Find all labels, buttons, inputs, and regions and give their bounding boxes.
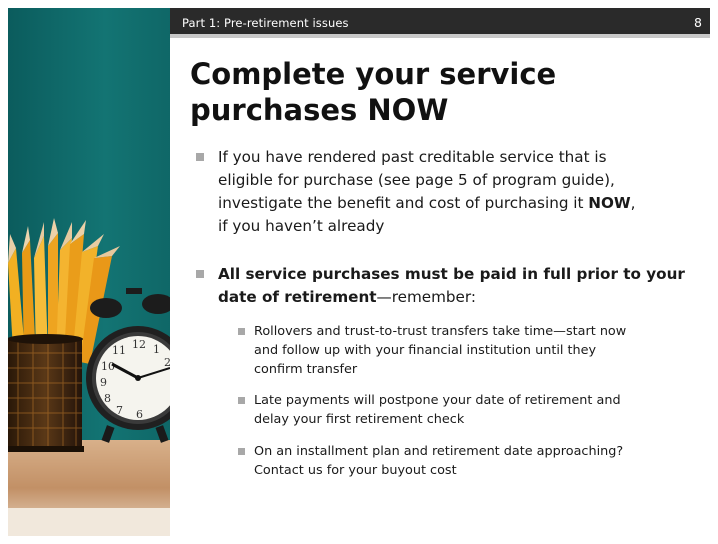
sub-bullet-square-icon — [238, 397, 245, 404]
emphasis-date-of-retirement: date of retirement — [218, 288, 377, 306]
sub-bullet-line: and follow up with your financial instit… — [254, 343, 597, 358]
bullet-square-icon — [196, 153, 204, 161]
slide: 12 1 2 10 9 8 7 6 11 Part 1: Pre-retirem… — [0, 0, 718, 544]
emphasis-now: NOW — [588, 194, 631, 212]
sub-bullet-line: Contact us for your buyout cost — [254, 463, 457, 478]
sub-bullet-line: Rollovers and trust-to-trust transfers t… — [254, 324, 627, 339]
bullet-line: date of retirement—remember: — [218, 286, 685, 309]
bullet-line-text: , — [630, 194, 636, 212]
bullet-text: If you have rendered past creditable ser… — [218, 146, 636, 238]
sub-bullet-line: On an installment plan and retirement da… — [254, 444, 624, 459]
bullet-line-text: investigate the benefit and cost of purc… — [218, 194, 589, 212]
bullet-line: If you have rendered past creditable ser… — [218, 148, 607, 166]
bullet-text: All service purchases must be paid in fu… — [218, 263, 685, 309]
bullet-line: if you haven’t already — [218, 217, 385, 235]
sub-bullet-square-icon — [238, 448, 245, 455]
bullet-line: All service purchases must be paid in fu… — [218, 265, 685, 283]
sub-bullet-text: On an installment plan and retirement da… — [254, 442, 623, 480]
sub-bullet-line: confirm transfer — [254, 362, 358, 377]
bullet-line-text: —remember: — [376, 288, 476, 306]
bullet-line: investigate the benefit and cost of purc… — [218, 192, 636, 215]
bullet-line: eligible for purchase (see page 5 of pro… — [218, 171, 615, 189]
bullet-square-icon — [196, 270, 204, 278]
sub-bullet-text: Late payments will postpone your date of… — [254, 391, 621, 429]
sub-bullet-text: Rollovers and trust-to-trust transfers t… — [254, 322, 626, 379]
sub-bullet-square-icon — [238, 328, 245, 335]
bullet-list: If you have rendered past creditable ser… — [0, 0, 718, 544]
sub-bullet-line: Late payments will postpone your date of… — [254, 393, 621, 408]
sub-bullet-line: delay your first retirement check — [254, 412, 465, 427]
